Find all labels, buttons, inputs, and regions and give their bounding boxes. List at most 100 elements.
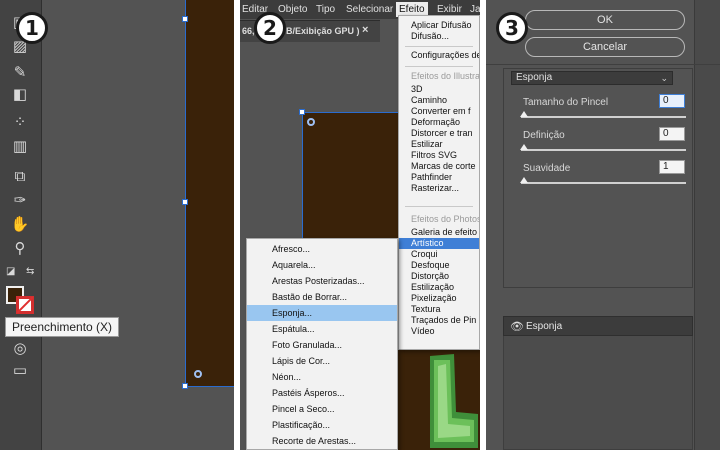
filter-select[interactable]: Esponja ⌄ bbox=[511, 71, 673, 85]
effect-layer-name: Esponja bbox=[526, 321, 563, 332]
menu-objeto[interactable]: Objeto bbox=[278, 4, 307, 15]
hand-icon[interactable]: ✋ bbox=[10, 214, 30, 234]
definition-slider[interactable] bbox=[521, 149, 686, 151]
graph-icon[interactable]: ▥ bbox=[10, 136, 30, 156]
menu-item[interactable]: 3D bbox=[399, 84, 479, 95]
center-point-icon bbox=[307, 118, 315, 126]
swap-colors-icon[interactable]: ⇆ bbox=[26, 266, 34, 277]
menu-item[interactable]: Rasterizar... bbox=[399, 183, 479, 194]
smoothness-slider-thumb[interactable] bbox=[520, 177, 528, 183]
menu-tipo[interactable]: Tipo bbox=[316, 4, 335, 15]
ok-button[interactable]: OK bbox=[525, 10, 685, 30]
menu-item[interactable]: Deformação bbox=[399, 117, 479, 128]
submenu-item[interactable]: Afresco... bbox=[247, 241, 397, 257]
menu-item[interactable]: Desfoque bbox=[399, 260, 479, 271]
brush-size-slider[interactable] bbox=[521, 116, 686, 118]
menu-exibir[interactable]: Exibir bbox=[437, 4, 462, 15]
menu-item[interactable]: Vídeo bbox=[399, 326, 479, 337]
menu-section-header: Efeitos do Photos bbox=[411, 214, 479, 224]
menu-item[interactable]: Aplicar Difusão bbox=[399, 20, 479, 31]
menu-item[interactable]: Pixelização bbox=[399, 293, 479, 304]
step-badge: 3 bbox=[496, 12, 528, 44]
artistic-submenu: Afresco... Aquarela... Arestas Posteriza… bbox=[246, 238, 398, 450]
brush-size-label: Tamanho do Pincel bbox=[523, 97, 609, 108]
divider bbox=[486, 64, 720, 65]
selection-handle[interactable] bbox=[182, 16, 188, 22]
submenu-item[interactable]: Aquarela... bbox=[247, 257, 397, 273]
definition-input[interactable]: 0 bbox=[659, 127, 685, 141]
effect-menu-panel: Editar Objeto Tipo Selecionar Efeito Exi… bbox=[240, 0, 480, 450]
close-tab-icon[interactable]: × bbox=[362, 24, 368, 36]
menu-item[interactable]: Distorcer e tran bbox=[399, 128, 479, 139]
menu-separator bbox=[405, 46, 473, 47]
chevron-down-icon: ⌄ bbox=[660, 73, 668, 83]
smoothness-slider[interactable] bbox=[521, 182, 686, 184]
effect-layers-panel bbox=[503, 316, 693, 450]
menu-item[interactable]: Distorção bbox=[399, 271, 479, 282]
center-point-icon bbox=[194, 370, 202, 378]
slice-icon[interactable]: ✑ bbox=[10, 190, 30, 210]
smoothness-label: Suavidade bbox=[523, 163, 571, 174]
smoothness-input[interactable]: 1 bbox=[659, 160, 685, 174]
menu-item[interactable]: Croqui bbox=[399, 249, 479, 260]
submenu-item[interactable]: Recorte de Arestas... bbox=[247, 433, 397, 449]
submenu-item[interactable]: Bastão de Borrar... bbox=[247, 289, 397, 305]
menu-item[interactable]: Caminho bbox=[399, 95, 479, 106]
submenu-item[interactable]: Foto Granulada... bbox=[247, 337, 397, 353]
blend-icon[interactable]: ◧ bbox=[10, 84, 30, 104]
submenu-item[interactable]: Pincel a Seco... bbox=[247, 401, 397, 417]
selection-handle[interactable] bbox=[182, 199, 188, 205]
menu-item[interactable]: Marcas de corte bbox=[399, 161, 479, 172]
submenu-item[interactable]: Espátula... bbox=[247, 321, 397, 337]
draw-mode-icon[interactable]: ◎ bbox=[10, 338, 30, 358]
submenu-item-esponja[interactable]: Esponja... bbox=[247, 305, 397, 321]
zoom-icon[interactable]: ⚲ bbox=[10, 238, 30, 258]
eye-icon[interactable]: 👁 bbox=[510, 320, 524, 333]
step-badge: 1 bbox=[16, 12, 48, 44]
submenu-item[interactable]: Arestas Posterizadas... bbox=[247, 273, 397, 289]
screen-mode-icon[interactable]: ▭ bbox=[10, 360, 30, 380]
submenu-item[interactable]: Néon... bbox=[247, 369, 397, 385]
symbol-sprayer-icon[interactable]: ⁘ bbox=[10, 112, 30, 132]
submenu-item[interactable]: Pastéis Ásperos... bbox=[247, 385, 397, 401]
menu-item-artistico[interactable]: Artístico bbox=[399, 238, 479, 249]
definition-label: Definição bbox=[523, 130, 565, 141]
selection-handle[interactable] bbox=[299, 109, 305, 115]
eyedropper-icon[interactable]: ✎ bbox=[10, 62, 30, 82]
selected-artwork[interactable] bbox=[185, 0, 234, 387]
brush-size-input[interactable]: 0 bbox=[659, 94, 685, 108]
filter-gallery-panel: OK Cancelar Esponja ⌄ Tamanho do Pincel … bbox=[486, 0, 720, 450]
menu-item[interactable]: Estilização bbox=[399, 282, 479, 293]
doc-mode: B/Exibição GPU ) bbox=[286, 26, 360, 36]
fill-tooltip: Preenchimento (X) bbox=[5, 317, 120, 337]
menu-item[interactable]: Traçados de Pin bbox=[399, 315, 479, 326]
filter-select-value: Esponja bbox=[516, 72, 553, 83]
default-colors-icon[interactable]: ◪ bbox=[6, 266, 15, 277]
effect-menu: Aplicar Difusão Difusão... Configurações… bbox=[398, 15, 480, 350]
cancel-button[interactable]: Cancelar bbox=[525, 37, 685, 57]
menu-item[interactable]: Configurações de bbox=[399, 50, 479, 61]
selection-handle[interactable] bbox=[182, 383, 188, 389]
submenu-item[interactable]: Plastificação... bbox=[247, 417, 397, 433]
brush-size-slider-thumb[interactable] bbox=[520, 111, 528, 117]
menu-item[interactable]: Pathfinder bbox=[399, 172, 479, 183]
preview-strip bbox=[694, 0, 720, 450]
menu-section-header: Efeitos do Illustra bbox=[411, 71, 479, 81]
submenu-item[interactable]: Lápis de Cor... bbox=[247, 353, 397, 369]
menu-item[interactable]: Textura bbox=[399, 304, 479, 315]
definition-slider-thumb[interactable] bbox=[520, 144, 528, 150]
menu-janela[interactable]: Ja bbox=[470, 4, 480, 15]
illustrator-toolbar-panel: ▣ ▨ ✎ ◧ ⁘ ▥ ⧉ ✑ ✋ ⚲ ◪ ⇆ ◎ ▭ Preenchiment… bbox=[0, 0, 234, 450]
menu-selecionar[interactable]: Selecionar bbox=[346, 4, 393, 15]
menu-separator bbox=[405, 66, 473, 67]
tools-toolbar: ▣ ▨ ✎ ◧ ⁘ ▥ ⧉ ✑ ✋ ⚲ ◪ ⇆ ◎ ▭ bbox=[0, 0, 42, 450]
effect-layer-row[interactable]: 👁 Esponja bbox=[503, 316, 693, 336]
menu-item[interactable]: Estilizar bbox=[399, 139, 479, 150]
menu-separator bbox=[405, 206, 473, 207]
menu-item[interactable]: Filtros SVG bbox=[399, 150, 479, 161]
menu-item[interactable]: Difusão... bbox=[399, 31, 479, 42]
menu-item[interactable]: Converter em f bbox=[399, 106, 479, 117]
menu-item[interactable]: Galeria de efeito bbox=[399, 227, 479, 238]
artboard-icon[interactable]: ⧉ bbox=[10, 166, 30, 186]
step-badge: 2 bbox=[254, 12, 286, 44]
